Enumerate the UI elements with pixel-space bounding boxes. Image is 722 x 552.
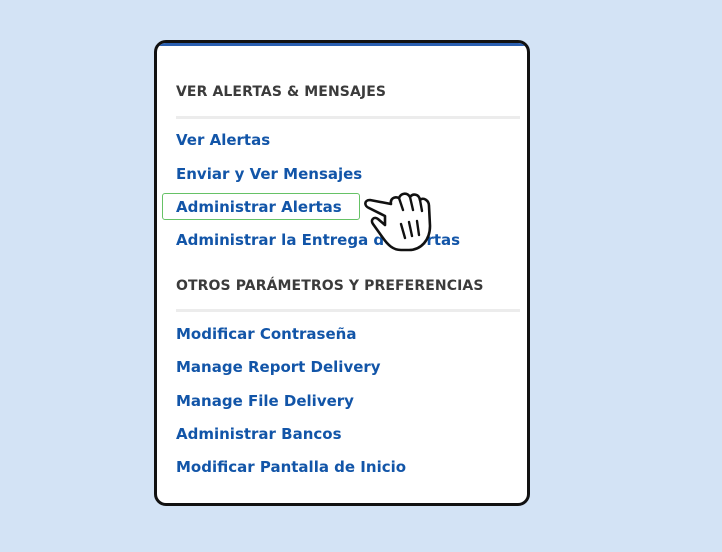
link-manage-file-delivery[interactable]: Manage File Delivery bbox=[176, 392, 354, 410]
hand-pointer-icon bbox=[364, 192, 432, 252]
link-administrar-alertas[interactable]: Administrar Alertas bbox=[176, 198, 342, 216]
link-administrar-bancos[interactable]: Administrar Bancos bbox=[176, 425, 342, 443]
link-modificar-pantalla-inicio[interactable]: Modificar Pantalla de Inicio bbox=[176, 458, 406, 476]
settings-menu-panel: VER ALERTAS & MENSAJES Ver Alertas Envia… bbox=[154, 40, 530, 506]
panel-accent-line bbox=[157, 43, 527, 46]
section-heading-otros-parametros: OTROS PARÁMETROS Y PREFERENCIAS bbox=[176, 278, 484, 294]
section-heading-alerts-messages: VER ALERTAS & MENSAJES bbox=[176, 84, 387, 100]
link-manage-report-delivery[interactable]: Manage Report Delivery bbox=[176, 358, 381, 376]
section-divider bbox=[176, 309, 520, 312]
link-modificar-contrasena[interactable]: Modificar Contraseña bbox=[176, 325, 356, 343]
link-enviar-ver-mensajes[interactable]: Enviar y Ver Mensajes bbox=[176, 165, 362, 183]
link-ver-alertas[interactable]: Ver Alertas bbox=[176, 131, 270, 149]
section-divider bbox=[176, 116, 520, 119]
